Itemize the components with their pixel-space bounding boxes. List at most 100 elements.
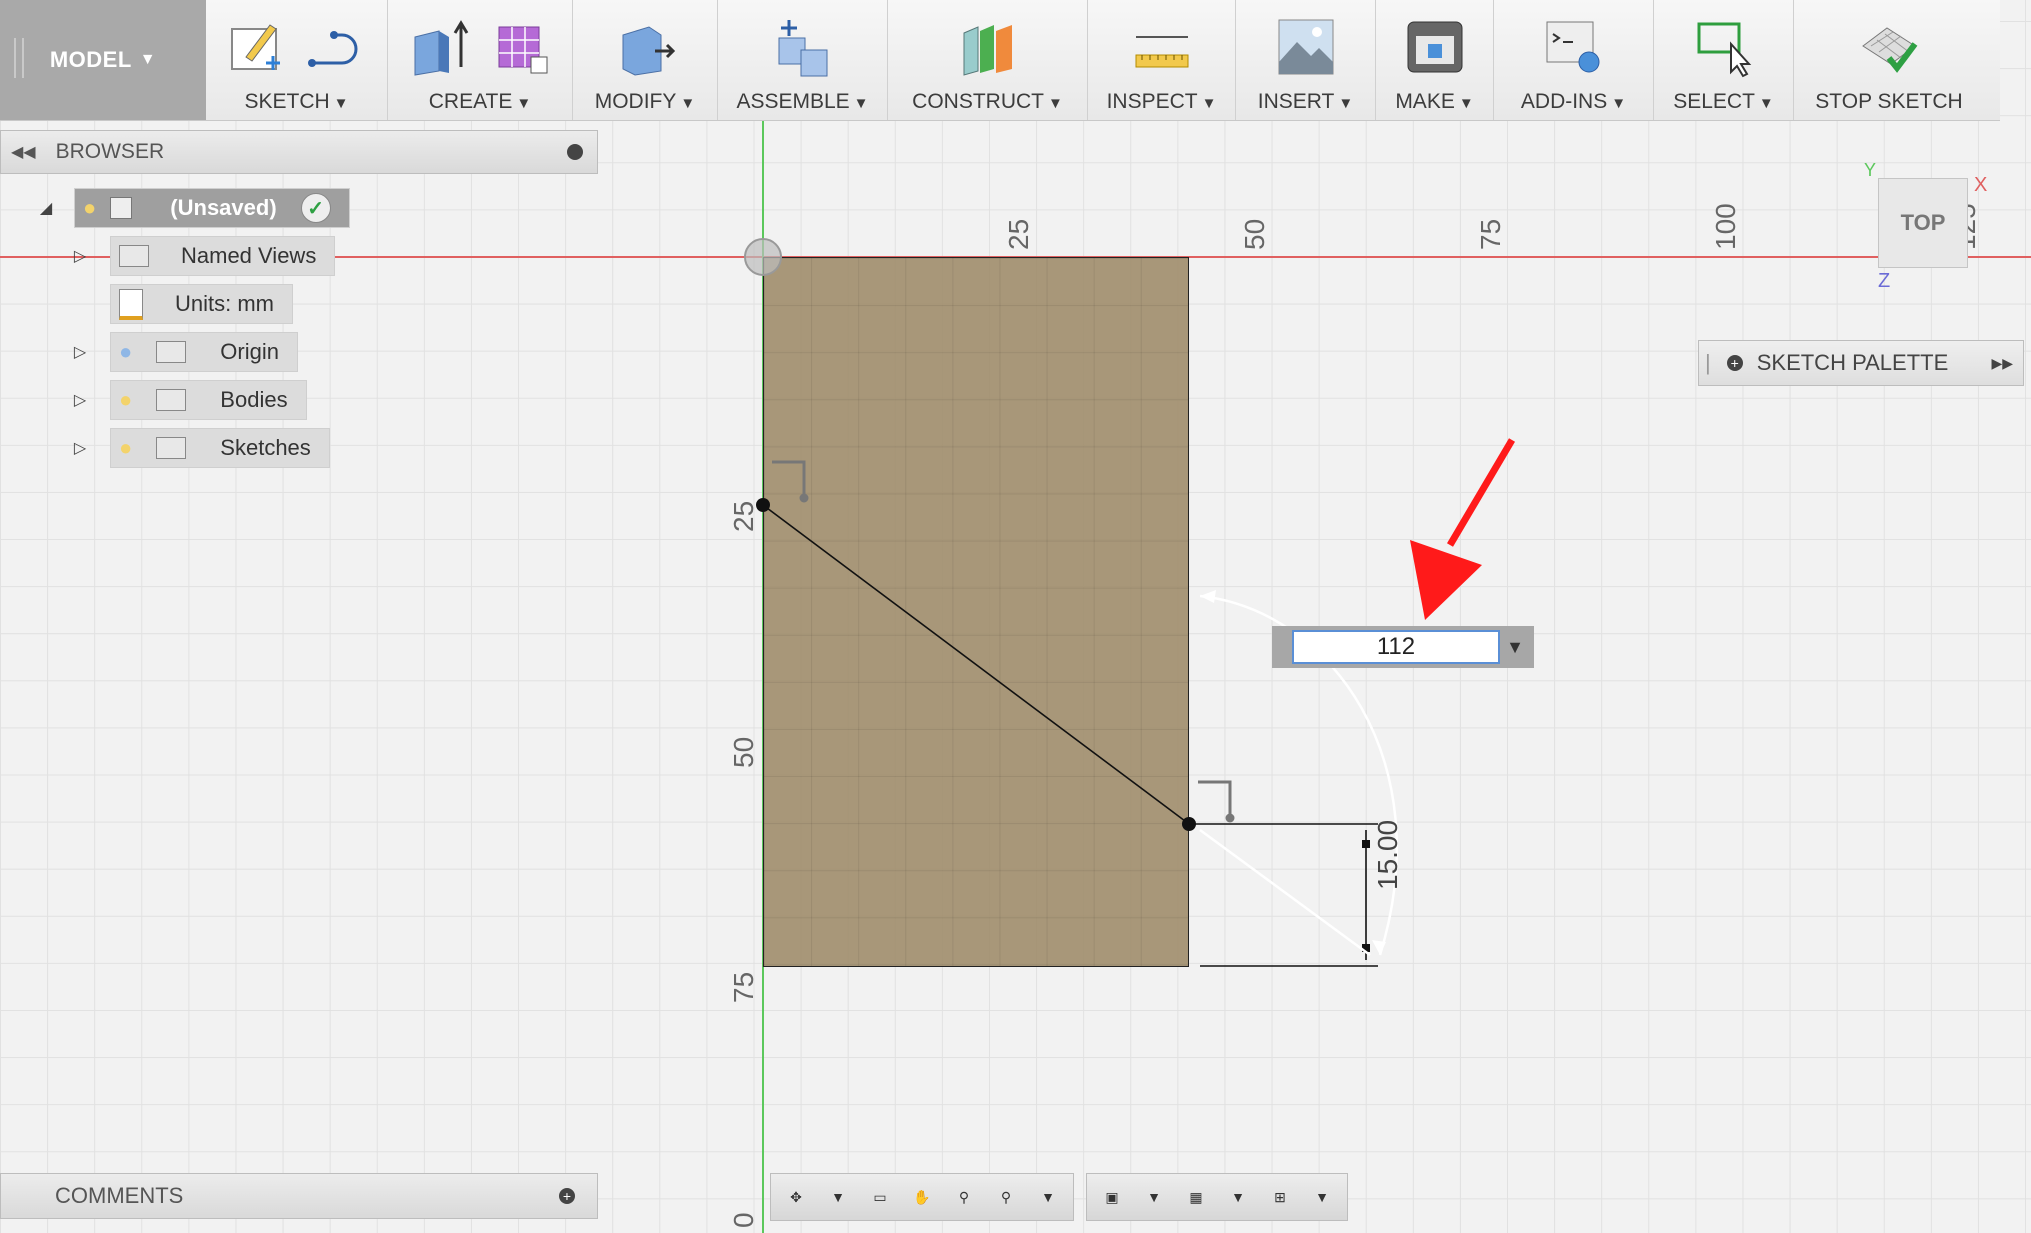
chevron-down-icon[interactable]: ▼ [821, 1180, 855, 1214]
sketch-palette-panel[interactable]: | + SKETCH PALETTE ▶▶ [1698, 340, 2024, 386]
grid-icon[interactable]: ▦ [1179, 1180, 1213, 1214]
toolbar-group-stop-sketch[interactable]: STOP SKETCH [1794, 0, 1984, 120]
lightbulb-icon[interactable]: ● [119, 435, 132, 461]
dimension-input-box: ▼ [1272, 626, 1534, 668]
expand-toggle-icon[interactable]: ▷ [66, 438, 94, 458]
toolbar-label: SKETCH ▼ [244, 90, 349, 113]
toolbar-group-modify[interactable]: MODIFY ▼ [573, 0, 718, 120]
select-icon[interactable] [1692, 15, 1756, 79]
toolbar-group-sketch[interactable]: SKETCH ▼ [206, 0, 388, 120]
lightbulb-icon[interactable]: ● [83, 195, 96, 221]
lightbulb-icon[interactable]: ● [119, 387, 132, 413]
folder-icon [119, 245, 149, 267]
tree-item-document[interactable]: ◢ ● (Unsaved) ✓ [34, 188, 350, 228]
comments-title: COMMENTS [55, 1183, 184, 1208]
display-settings-icon[interactable]: ▣ [1095, 1180, 1129, 1214]
tree-item-bodies[interactable]: ▷ ● Bodies [66, 380, 307, 420]
toolbar-label: MODIFY ▼ [594, 90, 696, 113]
orbit-icon[interactable]: ✥ [779, 1180, 813, 1214]
comments-panel[interactable]: COMMENTS + [0, 1173, 598, 1219]
browser-header[interactable]: ◀◀ BROWSER [0, 130, 598, 174]
tree-item-label: Units: mm [175, 291, 274, 316]
form-icon[interactable] [489, 15, 553, 79]
minimize-icon[interactable] [567, 144, 583, 160]
fit-icon[interactable]: ⚲ [989, 1180, 1023, 1214]
toolbar-group-inspect[interactable]: INSPECT ▼ [1088, 0, 1236, 120]
chevron-down-icon[interactable]: ▼ [1305, 1180, 1339, 1214]
sketch-line[interactable] [762, 504, 1190, 825]
dimension-input[interactable] [1292, 630, 1500, 664]
line-tool-icon[interactable] [306, 15, 370, 79]
stop-sketch-icon[interactable] [1857, 15, 1921, 79]
expand-toggle-icon[interactable]: ▷ [66, 342, 94, 362]
workspace-switcher[interactable]: MODEL ▼ [0, 0, 206, 120]
extrude-icon[interactable] [407, 15, 471, 79]
expand-toggle-icon[interactable]: ◢ [34, 198, 58, 218]
axis-y-label: Y [1864, 160, 1877, 180]
lightbulb-icon[interactable]: ● [119, 339, 132, 365]
toolbar-label: MAKE ▼ [1395, 90, 1474, 113]
new-component-icon[interactable] [771, 15, 835, 79]
chevron-down-icon[interactable]: ▼ [1031, 1180, 1065, 1214]
check-icon[interactable]: ✓ [300, 193, 331, 223]
tree-item-sketches[interactable]: ▷ ● Sketches [66, 428, 330, 468]
toolbar-label: CONSTRUCT ▼ [912, 90, 1063, 113]
toolbar-label: ASSEMBLE ▼ [736, 90, 869, 113]
line-start-point[interactable] [756, 498, 770, 512]
tree-chip: ● Sketches [110, 428, 330, 468]
sketch-palette-title: SKETCH PALETTE [1756, 350, 1949, 375]
folder-icon [156, 341, 187, 363]
toolbar-group-add-ins[interactable]: ADD-INS ▼ [1494, 0, 1654, 120]
axis-z-label: Z [1878, 270, 1891, 292]
insert-image-icon[interactable] [1274, 15, 1338, 79]
toolbar-group-construct[interactable]: CONSTRUCT ▼ [888, 0, 1088, 120]
look-at-icon[interactable]: ▭ [863, 1180, 897, 1214]
origin-marker[interactable] [744, 238, 782, 276]
expand-toggle-icon[interactable]: ▷ [66, 246, 94, 266]
folder-icon [156, 389, 187, 411]
toolbar-label: INSPECT ▼ [1106, 90, 1217, 113]
tree-item-units[interactable]: Units: mm [66, 284, 293, 324]
view-cube-face[interactable]: TOP [1901, 210, 1946, 236]
pan-icon[interactable]: ✋ [905, 1180, 939, 1214]
view-cube[interactable]: TOP [1878, 178, 1968, 268]
tree-item-label: Bodies [220, 387, 288, 412]
constraint-icon [772, 460, 1235, 823]
dimension-value-label[interactable]: 15.00 [1372, 820, 1404, 890]
toolbar-group-assemble[interactable]: ASSEMBLE ▼ [718, 0, 888, 120]
toolbar-label: STOP SKETCH [1815, 90, 1963, 113]
toolbar-group-select[interactable]: SELECT ▼ [1654, 0, 1794, 120]
navigation-bar: ✥ ▼ ▭ ✋ ⚲ ⚲ ▼ ▣ ▼ ▦ ▼ ⊞ ▼ [770, 1173, 1348, 1221]
tree-chip: ● Bodies [110, 380, 307, 420]
toolbar-group-create[interactable]: CREATE ▼ [388, 0, 573, 120]
chevron-down-icon[interactable]: ▼ [1221, 1180, 1255, 1214]
scripts-icon[interactable] [1542, 15, 1606, 79]
3d-print-icon[interactable] [1403, 15, 1467, 79]
add-comment-icon[interactable]: + [559, 1188, 575, 1204]
tree-item-label: (Unsaved) [170, 195, 277, 220]
tree-chip: Named Views [110, 236, 336, 276]
expand-panel-icon[interactable]: ▶▶ [1991, 355, 2013, 372]
tree-chip: ● Origin [110, 332, 298, 372]
tree-item-label: Named Views [181, 243, 317, 268]
measure-icon[interactable] [1130, 15, 1194, 79]
collapse-panel-icon[interactable]: ◀◀ [11, 142, 36, 162]
axis-x-label: X [1974, 174, 1988, 196]
create-sketch-icon[interactable] [224, 15, 288, 79]
zoom-icon[interactable]: ⚲ [947, 1180, 981, 1214]
press-pull-icon[interactable] [613, 15, 677, 79]
viewports-icon[interactable]: ⊞ [1263, 1180, 1297, 1214]
folder-icon [156, 437, 187, 459]
toolbar-group-make[interactable]: MAKE ▼ [1376, 0, 1494, 120]
workspace-label: MODEL [49, 47, 132, 72]
grip-icon [14, 38, 24, 78]
tree-item-origin[interactable]: ▷ ● Origin [66, 332, 298, 372]
tree-item-named-views[interactable]: ▷ Named Views [66, 236, 336, 276]
expand-toggle-icon[interactable]: ▷ [66, 390, 94, 410]
chevron-down-icon[interactable]: ▼ [1137, 1180, 1171, 1214]
offset-plane-icon[interactable] [956, 15, 1020, 79]
chevron-down-icon[interactable]: ▼ [1500, 637, 1530, 658]
display-tools-group: ▣ ▼ ▦ ▼ ⊞ ▼ [1086, 1173, 1348, 1221]
add-icon[interactable]: + [1726, 355, 1743, 371]
toolbar-group-insert[interactable]: INSERT ▼ [1236, 0, 1376, 120]
